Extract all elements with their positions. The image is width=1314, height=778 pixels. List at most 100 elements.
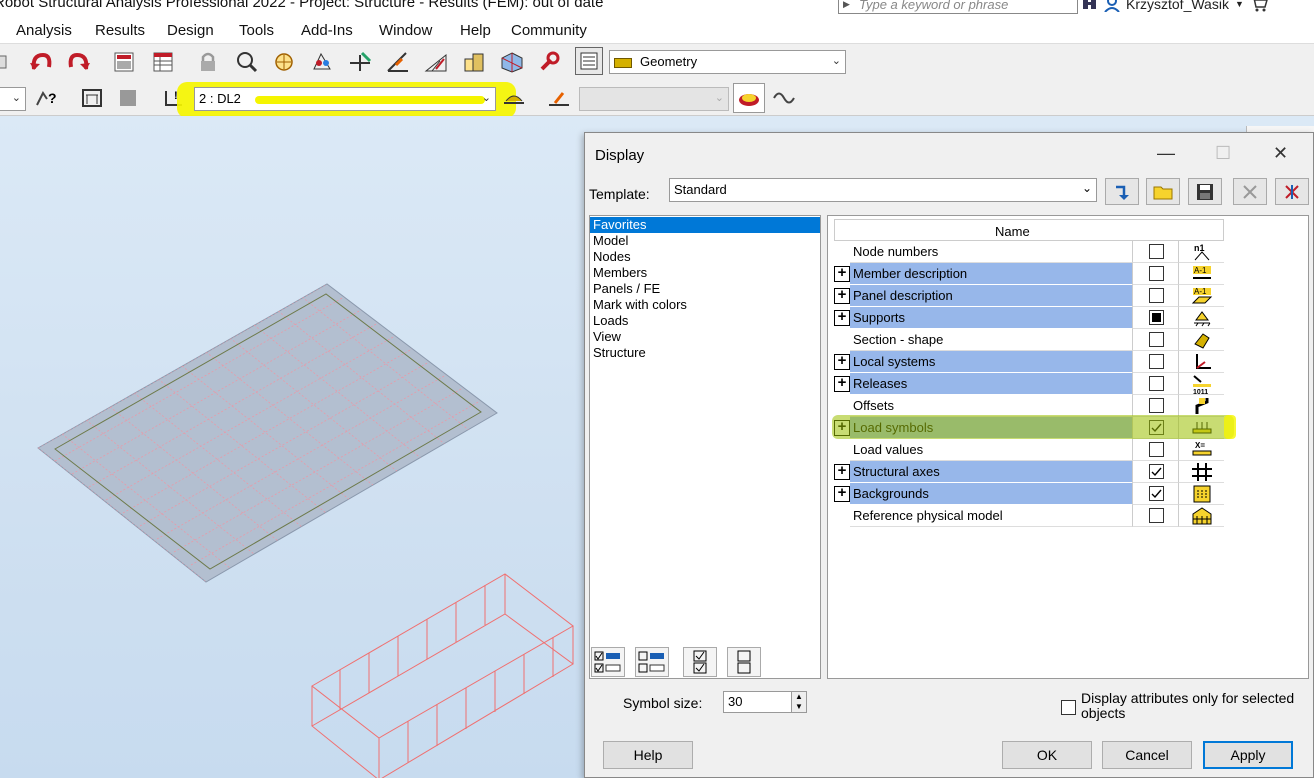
attribute-checkbox[interactable]	[1149, 376, 1164, 391]
3d-view-icon[interactable]	[498, 48, 526, 76]
menu-analysis[interactable]: Analysis	[16, 22, 72, 39]
attribute-checkbox[interactable]	[1149, 464, 1164, 479]
category-item[interactable]: Loads	[590, 313, 820, 329]
cart-icon[interactable]	[1250, 0, 1268, 12]
attribute-checkbox[interactable]	[1149, 244, 1164, 259]
minimize-icon[interactable]: —	[1157, 143, 1175, 164]
selection-select[interactable]: ⌄	[0, 87, 26, 111]
structure-view-icon[interactable]	[308, 48, 336, 76]
load-display-button[interactable]	[733, 83, 765, 113]
attribute-row[interactable]: + Local systems	[834, 351, 1224, 373]
display-settings-button[interactable]	[575, 47, 603, 75]
menu-community[interactable]: Community	[511, 22, 587, 39]
ok-button[interactable]: OK	[1002, 741, 1092, 769]
category-item[interactable]: Nodes	[590, 249, 820, 265]
symbol-size-stepper[interactable]: ▲ ▼	[791, 691, 807, 713]
category-item[interactable]: Panels / FE	[590, 281, 820, 297]
uncheck-all-button[interactable]	[727, 647, 761, 677]
menu-tools[interactable]: Tools	[239, 22, 274, 39]
category-item[interactable]: Structure	[590, 345, 820, 361]
open-template-button[interactable]	[1146, 178, 1180, 205]
expand-plus-icon[interactable]: +	[834, 419, 850, 436]
category-item[interactable]: View	[590, 329, 820, 345]
chevron-down-icon[interactable]: ⌄	[12, 91, 21, 104]
load-add-icon[interactable]	[500, 84, 528, 112]
chevron-down-icon[interactable]: ⌄	[482, 91, 491, 104]
attribute-checkbox[interactable]	[1149, 288, 1164, 303]
category-list[interactable]: Favorites Model Nodes Members Panels / F…	[589, 215, 821, 679]
attribute-checkbox[interactable]	[1149, 508, 1164, 523]
attribute-row[interactable]: + Structural axes	[834, 461, 1224, 483]
attribute-checkbox[interactable]	[1149, 398, 1164, 413]
cancel-button[interactable]: Cancel	[1102, 741, 1192, 769]
attribute-row[interactable]: Load values X=	[834, 439, 1224, 461]
menu-design[interactable]: Design	[167, 22, 214, 39]
attribute-checkbox[interactable]	[1149, 442, 1164, 457]
building-icon[interactable]	[460, 48, 488, 76]
frame-icon[interactable]	[78, 84, 106, 112]
menu-window[interactable]: Window	[379, 22, 432, 39]
attribute-row[interactable]: + Releases 1011	[834, 373, 1224, 395]
attribute-checkbox[interactable]	[1149, 486, 1164, 501]
attribute-checkbox[interactable]	[1149, 266, 1164, 281]
attribute-row[interactable]: + Panel description A-1	[834, 285, 1224, 307]
category-item[interactable]: Favorites	[590, 217, 820, 233]
attribute-row[interactable]: Node numbers n1	[834, 241, 1224, 263]
attribute-row[interactable]: + Member description A-1	[834, 263, 1224, 285]
wave-icon[interactable]	[770, 84, 798, 112]
attribute-row[interactable]: Reference physical model	[834, 505, 1224, 527]
redo-icon[interactable]	[65, 48, 93, 76]
attribute-row[interactable]: Offsets	[834, 395, 1224, 417]
truss-icon[interactable]	[422, 48, 450, 76]
attribute-checkbox[interactable]	[1149, 310, 1164, 325]
category-item[interactable]: Model	[590, 233, 820, 249]
wrench-icon[interactable]	[535, 48, 563, 76]
apply-button[interactable]: Apply	[1203, 741, 1293, 769]
zoom-icon[interactable]	[233, 48, 261, 76]
attribute-checkbox[interactable]	[1149, 332, 1164, 347]
menu-help[interactable]: Help	[460, 22, 491, 39]
zoom-window-icon[interactable]	[270, 48, 298, 76]
apply-template-button[interactable]	[1105, 178, 1139, 205]
user-name[interactable]: Krzysztof_Wasik	[1126, 0, 1229, 12]
attribute-row[interactable]: + Supports	[834, 307, 1224, 329]
category-item[interactable]: Members	[590, 265, 820, 281]
help-button[interactable]: Help	[603, 741, 693, 769]
close-icon[interactable]: ✕	[1273, 143, 1288, 164]
expand-plus-icon[interactable]: +	[834, 265, 850, 282]
table-icon[interactable]	[149, 48, 177, 76]
calculator-icon[interactable]	[110, 48, 138, 76]
reset-template-button[interactable]	[1275, 178, 1309, 205]
binoculars-icon[interactable]	[1082, 0, 1098, 11]
load-case-select[interactable]: 2 : DL2 ⌄	[194, 87, 496, 111]
user-dropdown-icon[interactable]: ▼	[1235, 0, 1244, 9]
chevron-down-icon[interactable]: ⌄	[832, 54, 841, 67]
expand-plus-icon[interactable]: +	[834, 287, 850, 304]
attribute-row[interactable]: + Backgrounds	[834, 483, 1224, 505]
expand-plus-icon[interactable]: +	[834, 375, 850, 392]
display-attr-checkbox[interactable]	[1061, 700, 1076, 715]
attribute-row[interactable]: + Load symbols	[834, 417, 1224, 439]
check-all-button[interactable]	[683, 647, 717, 677]
attribute-checkbox[interactable]	[1149, 354, 1164, 369]
collapse-all-button[interactable]	[635, 647, 669, 677]
menu-add-ins[interactable]: Add-Ins	[301, 22, 353, 39]
template-select[interactable]: Standard ⌄	[669, 178, 1097, 202]
search-input[interactable]: ▶ Type a keyword or phrase	[838, 0, 1078, 14]
expand-plus-icon[interactable]: +	[834, 309, 850, 326]
category-item[interactable]: Mark with colors	[590, 297, 820, 313]
load-define-icon[interactable]	[545, 84, 573, 112]
lock-icon[interactable]	[194, 48, 222, 76]
chevron-down-icon[interactable]: ⌄	[1082, 181, 1092, 195]
menu-results[interactable]: Results	[95, 22, 145, 39]
user-area[interactable]: Krzysztof_Wasik ▼	[1082, 0, 1268, 14]
expand-plus-icon[interactable]: +	[834, 463, 850, 480]
previous-tool-icon[interactable]	[0, 48, 14, 76]
expand-all-button[interactable]	[591, 647, 625, 677]
attribute-row[interactable]: Section - shape	[834, 329, 1224, 351]
attribute-checkbox[interactable]	[1149, 420, 1164, 435]
undo-icon[interactable]	[27, 48, 55, 76]
measure-icon[interactable]	[384, 48, 412, 76]
expand-plus-icon[interactable]: +	[834, 353, 850, 370]
save-template-button[interactable]	[1188, 178, 1222, 205]
